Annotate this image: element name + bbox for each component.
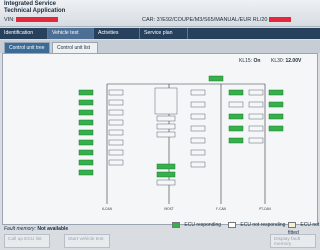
ecu-box[interactable] [108, 129, 124, 136]
ecu-box[interactable] [108, 119, 124, 126]
bus-label: PT-CAN [259, 207, 271, 211]
subtab-control-unit-tree[interactable]: Control unit tree [4, 42, 50, 53]
ecu-box[interactable] [108, 99, 124, 106]
tab-vehicle-test[interactable]: Vehicle test [48, 28, 94, 39]
subtab-bar: Control unit tree Control unit list [0, 40, 320, 53]
ecu-box[interactable] [78, 109, 94, 116]
tab-identification[interactable]: Identification [0, 28, 48, 39]
bus-label: K-CAN [102, 207, 112, 211]
ecu-box[interactable] [108, 109, 124, 116]
ecu-box[interactable] [156, 123, 176, 130]
call-up-ecu-list-button[interactable]: Call up ECU list [4, 234, 50, 248]
ecu-box[interactable] [156, 163, 176, 170]
car-row: CAR: 3'/E92/COUPE/M3/S65/MANUAL/EUR RL/2… [142, 17, 291, 24]
ecu-box[interactable] [248, 101, 264, 108]
legend-swatch-yellow [288, 221, 296, 228]
ecu-box[interactable] [208, 75, 224, 82]
ecu-box[interactable] [78, 159, 94, 166]
legend-swatch-white [228, 221, 236, 228]
ecu-box[interactable] [108, 89, 124, 96]
legend-responding: ECU responding [172, 221, 221, 229]
tab-service-plan[interactable]: Service plan [140, 28, 188, 39]
display-fault-memory-button[interactable]: Display fault memory [270, 234, 316, 248]
subtab-control-unit-list[interactable]: Control unit list [52, 42, 98, 53]
ecu-box[interactable] [228, 125, 244, 132]
ecu-box[interactable] [78, 149, 94, 156]
ecu-box[interactable] [228, 101, 244, 108]
main-tab-bar: Identification Vehicle test Activities S… [0, 28, 320, 39]
ecu-box[interactable] [248, 137, 264, 144]
ecu-box[interactable] [248, 89, 264, 96]
legend-not-responding: ECU not responding [228, 221, 285, 229]
fault-memory-status: Fault memory: Not available [4, 226, 69, 232]
ecu-box[interactable] [156, 115, 176, 122]
ecu-box[interactable] [228, 89, 244, 96]
vin-redaction [16, 17, 59, 23]
ecu-box[interactable] [156, 179, 176, 186]
ecu-box[interactable] [190, 161, 206, 168]
app-header: Integrated Service Technical Application… [0, 0, 320, 27]
app-title: Integrated Service Technical Application [4, 1, 66, 14]
ecu-box[interactable] [190, 113, 206, 120]
start-vehicle-test-button[interactable]: Start vehicle test [64, 234, 110, 248]
ecu-box[interactable] [190, 125, 206, 132]
ecu-box[interactable] [108, 159, 124, 166]
ecu-box[interactable] [190, 101, 206, 108]
ecu-box[interactable] [78, 169, 94, 176]
ecu-box[interactable] [78, 139, 94, 146]
most-ring-group [154, 87, 178, 115]
control-unit-tree-panel: KL15: On KL30: 12.00V K-CAN MOST F-CAN P… [2, 53, 318, 225]
legend-not-fitted: ECU not fitted [288, 221, 320, 236]
ecu-box[interactable] [78, 129, 94, 136]
car-label: CAR: 3'/E92/COUPE/M3/S65/MANUAL/EUR RL/2… [142, 17, 268, 23]
bus-label: F-CAN [216, 207, 226, 211]
ecu-box[interactable] [156, 131, 176, 138]
ecu-box[interactable] [268, 101, 284, 108]
ecu-box[interactable] [268, 89, 284, 96]
ecu-box[interactable] [248, 113, 264, 120]
ecu-box[interactable] [108, 149, 124, 156]
ecu-box[interactable] [268, 113, 284, 120]
legend-swatch-green [172, 221, 180, 228]
ecu-box[interactable] [108, 139, 124, 146]
vin-label: VIN: [4, 17, 15, 23]
ecu-box[interactable] [190, 137, 206, 144]
ecu-network-diagram: K-CAN MOST F-CAN PT-CAN [78, 75, 284, 211]
ecu-box[interactable] [248, 125, 264, 132]
car-redaction [269, 17, 291, 23]
ecu-box[interactable] [190, 149, 206, 156]
tab-activities[interactable]: Activities [94, 28, 140, 39]
vin-row: VIN: [4, 17, 59, 24]
ecu-box[interactable] [78, 119, 94, 126]
ecu-box[interactable] [156, 171, 176, 178]
ecu-box[interactable] [228, 113, 244, 120]
bus-label: MOST [164, 207, 173, 211]
ecu-box[interactable] [78, 99, 94, 106]
ecu-box[interactable] [190, 89, 206, 96]
ecu-box[interactable] [228, 137, 244, 144]
ecu-box[interactable] [78, 89, 94, 96]
ecu-box[interactable] [268, 125, 284, 132]
